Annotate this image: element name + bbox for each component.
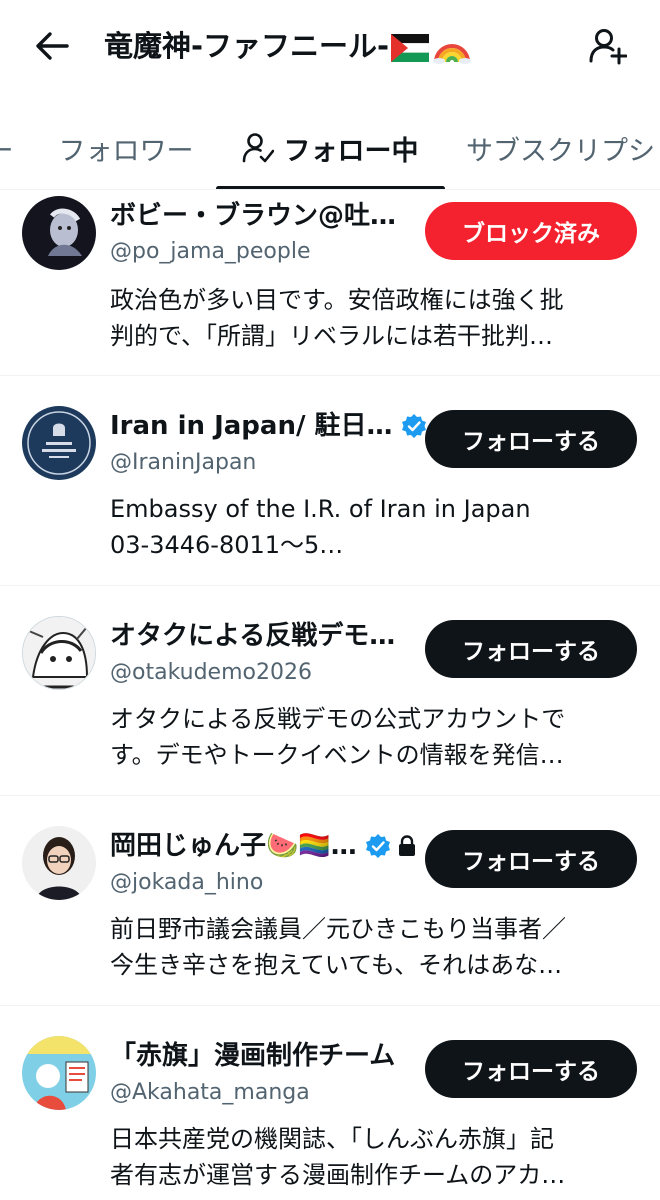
person-add-icon	[589, 29, 627, 65]
account-handle: @otakudemo2026	[110, 660, 312, 685]
account-name-text: オタクによる反戦デモ…	[110, 621, 396, 651]
tab-subscriptions-label: サブスクリプシ	[466, 135, 655, 167]
account-name-text: ボビー・ブラウン@吐…	[110, 201, 397, 231]
account-name-text: 「赤旗」漫画制作チーム	[110, 1041, 396, 1071]
account-name: オタクによる反戦デモ…	[110, 618, 395, 654]
list-item[interactable]: オタクによる反戦デモ… @otakudemo2026 フォローする オタクによる…	[0, 586, 660, 796]
account-bio: Embassy of the I.R. of Iran in Japan 03-…	[110, 491, 630, 563]
account-handle: @IraninJapan	[110, 450, 257, 475]
tab-followers-label: フォロワー	[58, 135, 194, 167]
account-handle: @jokada_hino	[110, 870, 264, 895]
list-item[interactable]: ボビー・ブラウン@吐… @po_jama_people ブロック済み 政治色が多…	[0, 190, 660, 376]
follow-button-label: フォローする	[462, 849, 600, 875]
follow-button-label: フォローする	[462, 1059, 600, 1085]
blocked-button[interactable]: ブロック済み	[425, 202, 637, 260]
follow-button-label: フォローする	[462, 429, 600, 455]
tab-following-label: フォロー中	[283, 135, 419, 167]
bio-line: 政治色が多い目です。安倍政権には強く批	[110, 286, 564, 314]
account-bio: 前日野市議会議員／元ひきこもり当事者／ 今生き辛さを抱えていても、それはあな…	[110, 911, 630, 983]
bio-line: 判的で、「所謂」リベラルには若干批判…	[110, 322, 554, 350]
list-item[interactable]: 岡田じゅん子🍉🏳️‍🌈… @jokada_hino フォローする 前日野市議会議…	[0, 796, 660, 1006]
account-name: 「赤旗」漫画制作チーム	[110, 1038, 395, 1074]
bio-line: 今生き辛さを抱えていても、それはあな…	[110, 951, 563, 979]
lock-icon	[398, 835, 415, 856]
add-user-button[interactable]	[584, 22, 632, 70]
page-title-text: 竜魔神-ファフニール-	[104, 29, 390, 63]
arrow-left-icon	[36, 32, 69, 60]
palestine-flag-icon	[391, 34, 430, 62]
tab-previous[interactable]: ー	[0, 108, 14, 188]
list-item[interactable]: 「赤旗」漫画制作チーム @Akahata_manga フォローする 日本共産党の…	[0, 1006, 660, 1200]
back-button[interactable]	[28, 22, 76, 70]
follow-button[interactable]: フォローする	[425, 1040, 637, 1098]
bio-line: 日本共産党の機関誌、「しんぶん赤旗」記	[110, 1125, 554, 1153]
following-list: ボビー・ブラウン@吐… @po_jama_people ブロック済み 政治色が多…	[0, 190, 660, 1200]
verified-badge-icon	[365, 834, 390, 858]
tab-following[interactable]: フォロー中	[230, 108, 430, 188]
avatar	[22, 1036, 96, 1110]
tab-subscriptions[interactable]: サブスクリプシ	[466, 108, 660, 188]
account-bio: 日本共産党の機関誌、「しんぶん赤旗」記 者有志が運営する漫画制作チームのアカ…	[110, 1121, 630, 1193]
bio-line: す。デモやトークイベントの情報を発信…	[110, 741, 564, 769]
follow-button-label: フォローする	[462, 639, 600, 665]
bio-line: 前日野市議会議員／元ひきこもり当事者／	[110, 915, 566, 943]
account-handle: @po_jama_people	[110, 239, 311, 264]
avatar	[22, 616, 96, 690]
blocked-button-label: ブロック済み	[462, 221, 600, 247]
account-bio: オタクによる反戦デモの公式アカウントで す。デモやトークイベントの情報を発信…	[110, 701, 630, 773]
bio-line: 03-3446-8011〜5…	[110, 531, 344, 559]
account-name-text: 岡田じゅん子🍉🏳️‍🌈…	[110, 831, 357, 861]
account-name-text: Iran in Japan/ 駐日…	[110, 411, 393, 441]
bio-line: 者有志が運営する漫画制作チームのアカ…	[110, 1161, 566, 1189]
tab-followers[interactable]: フォロワー	[52, 108, 200, 188]
person-check-icon	[242, 133, 274, 163]
page-title: 竜魔神-ファフニール-	[104, 24, 574, 68]
bio-line: Embassy of the I.R. of Iran in Japan	[110, 495, 531, 523]
follow-button[interactable]: フォローする	[425, 620, 637, 678]
avatar	[22, 196, 96, 270]
list-item[interactable]: Iran in Japan/ 駐日… @IraninJapan フォローする E…	[0, 376, 660, 586]
tab-bar: ー フォロワー フォロー中 サブスクリプシ	[0, 108, 660, 190]
rainbow-icon	[433, 44, 472, 64]
account-name: Iran in Japan/ 駐日…	[110, 408, 427, 444]
avatar	[22, 406, 96, 480]
bio-line: オタクによる反戦デモの公式アカウントで	[110, 705, 566, 733]
avatar	[22, 826, 96, 900]
account-handle: @Akahata_manga	[110, 1080, 310, 1105]
account-name: ボビー・ブラウン@吐…	[110, 198, 396, 234]
tab-previous-label: ー	[0, 129, 14, 168]
top-bar: 竜魔神-ファフニール-	[0, 0, 660, 92]
account-name: 岡田じゅん子🍉🏳️‍🌈…	[110, 828, 417, 864]
verified-badge-icon	[401, 414, 426, 438]
follow-button[interactable]: フォローする	[425, 410, 637, 468]
follow-button[interactable]: フォローする	[425, 830, 637, 888]
account-bio: 政治色が多い目です。安倍政権には強く批 判的で、「所謂」リベラルには若干批判…	[110, 282, 630, 354]
